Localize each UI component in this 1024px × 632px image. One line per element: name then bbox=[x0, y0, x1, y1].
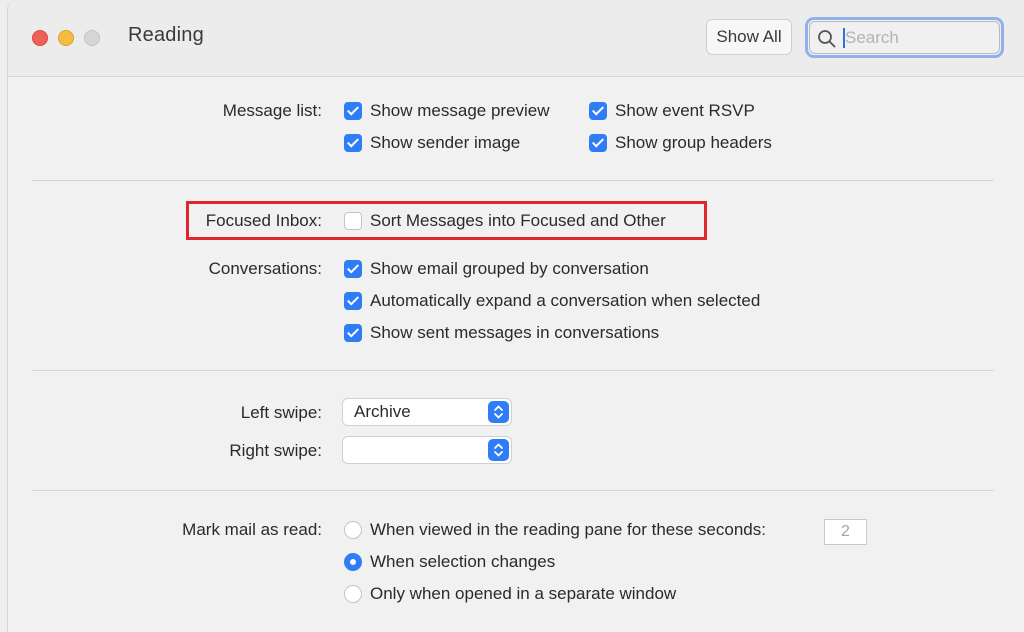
auto-expand-conversation-label: Automatically expand a conversation when… bbox=[370, 291, 761, 310]
focused-inbox-label: Focused Inbox: bbox=[205, 211, 322, 230]
mark-read-reading-pane-label: When viewed in the reading pane for thes… bbox=[370, 520, 766, 539]
show-sent-in-conversations-checkbox[interactable] bbox=[344, 324, 362, 342]
show-sent-in-conversations-label: Show sent messages in conversations bbox=[370, 323, 660, 342]
minimize-window-button[interactable] bbox=[58, 30, 74, 46]
search-icon bbox=[818, 30, 836, 48]
mark-read-separate-window-radio[interactable] bbox=[344, 585, 362, 603]
section-divider bbox=[32, 180, 994, 181]
mark-read-separate-window-label: Only when opened in a separate window bbox=[370, 584, 677, 603]
show-sender-image-label: Show sender image bbox=[370, 133, 521, 152]
mark-read-selection-changes-radio[interactable] bbox=[344, 553, 362, 571]
right-swipe-label: Right swipe: bbox=[229, 441, 322, 460]
section-divider bbox=[32, 490, 994, 491]
message-list-label: Message list: bbox=[222, 101, 322, 120]
section-divider bbox=[32, 370, 994, 371]
search-placeholder: Search bbox=[845, 28, 899, 47]
chevron-up-down-icon bbox=[494, 443, 503, 457]
sort-focused-other-checkbox[interactable] bbox=[344, 212, 362, 230]
search-input-frame bbox=[809, 21, 1000, 54]
close-window-button[interactable] bbox=[32, 30, 48, 46]
left-swipe-select[interactable]: Archive bbox=[342, 398, 512, 426]
title-bar: Reading Show All Search bbox=[8, 0, 1024, 77]
window-title: Reading bbox=[128, 24, 204, 46]
right-swipe-select[interactable] bbox=[342, 436, 512, 464]
left-swipe-label: Left swipe: bbox=[240, 403, 322, 422]
show-event-rsvp-checkbox[interactable] bbox=[589, 102, 607, 120]
seconds-field[interactable]: 2 bbox=[824, 519, 867, 545]
mark-as-read-label: Mark mail as read: bbox=[182, 520, 322, 539]
select-stepper bbox=[488, 439, 509, 461]
select-stepper bbox=[488, 401, 509, 423]
show-all-button[interactable]: Show All bbox=[706, 19, 792, 55]
group-by-conversation-checkbox[interactable] bbox=[344, 260, 362, 278]
preferences-window: Reading Show All Search Message list: Sh… bbox=[7, 0, 1024, 632]
search-field[interactable]: Search bbox=[805, 17, 1004, 58]
show-sender-image-checkbox[interactable] bbox=[344, 134, 362, 152]
mark-read-selection-changes-label: When selection changes bbox=[370, 552, 556, 571]
show-group-headers-label: Show group headers bbox=[615, 133, 772, 152]
show-message-preview-label: Show message preview bbox=[370, 101, 550, 120]
sort-focused-other-label: Sort Messages into Focused and Other bbox=[370, 211, 666, 230]
show-event-rsvp-label: Show event RSVP bbox=[615, 101, 755, 120]
group-by-conversation-label: Show email grouped by conversation bbox=[370, 259, 649, 278]
chevron-up-down-icon bbox=[494, 405, 503, 419]
auto-expand-conversation-checkbox[interactable] bbox=[344, 292, 362, 310]
conversations-label: Conversations: bbox=[208, 259, 322, 278]
show-message-preview-checkbox[interactable] bbox=[344, 102, 362, 120]
zoom-window-button[interactable] bbox=[84, 30, 100, 46]
mark-read-reading-pane-radio[interactable] bbox=[344, 521, 362, 539]
left-swipe-value: Archive bbox=[354, 402, 411, 421]
show-group-headers-checkbox[interactable] bbox=[589, 134, 607, 152]
